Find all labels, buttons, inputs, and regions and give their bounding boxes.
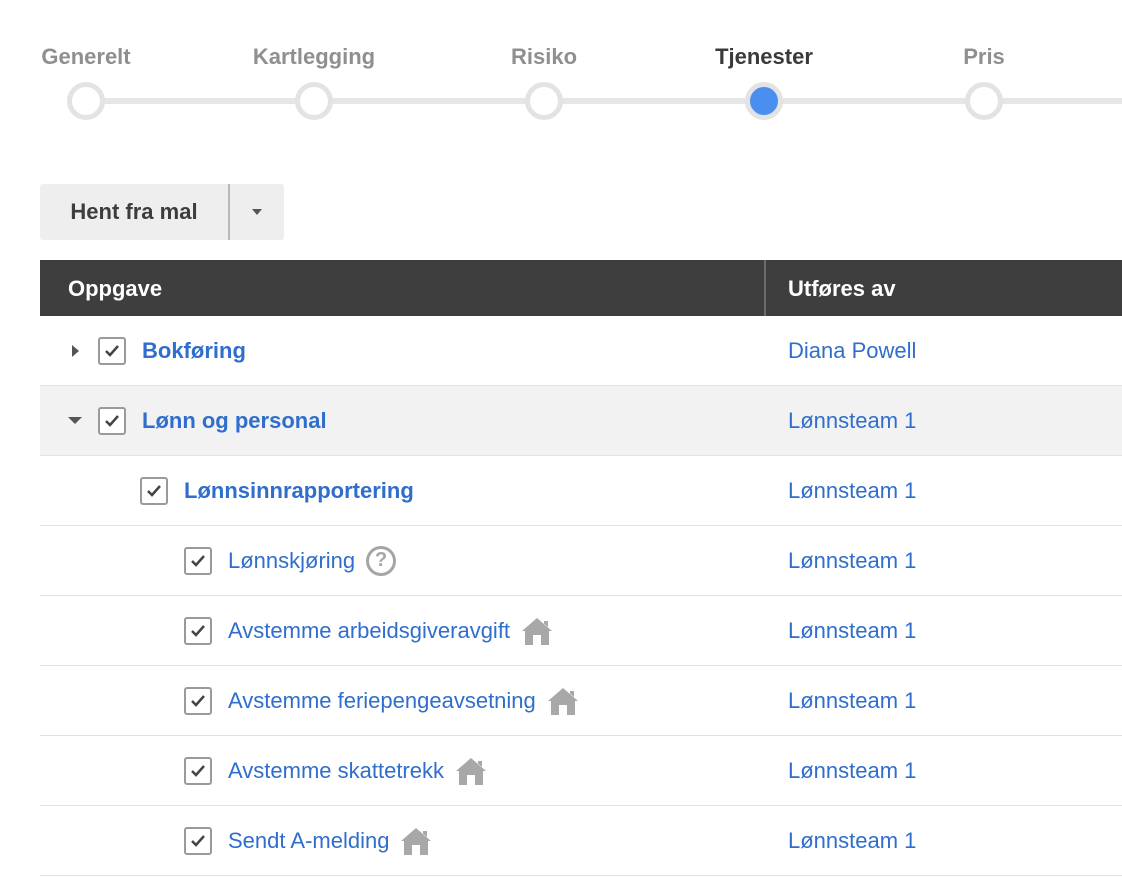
check-icon [105, 344, 119, 357]
performed-by-link[interactable]: Lønnsteam 1 [788, 806, 916, 875]
column-header-performed-by[interactable]: Utføres av [788, 260, 896, 316]
template-dropdown-toggle[interactable] [230, 184, 284, 240]
home-icon [455, 756, 487, 786]
performed-by-link[interactable]: Lønnsteam 1 [788, 736, 916, 805]
step-label: Tjenester [715, 44, 813, 69]
task-cell: Lønnsinnrapportering [140, 456, 414, 525]
performed-by-link[interactable]: Lønnsteam 1 [788, 666, 916, 735]
task-cell: Lønnskjøring ? [184, 526, 397, 595]
performed-by-link[interactable]: Lønnsteam 1 [788, 596, 916, 665]
task-checkbox[interactable] [184, 826, 212, 855]
task-name[interactable]: Lønnskjøring [228, 548, 355, 574]
task-checkbox[interactable] [184, 756, 212, 785]
tasks-table: Oppgave Utføres av Bokføring Diana Powel… [40, 260, 1122, 876]
task-cell: Sendt A-melding [184, 806, 432, 875]
column-resize-handle[interactable] [764, 260, 766, 316]
step-tjenester[interactable]: Tjenester [694, 0, 834, 130]
check-icon [191, 694, 205, 707]
task-cell: Avstemme feriepengeavsetning [184, 666, 579, 735]
table-row: Avstemme arbeidsgiveravgift Lønnsteam 1 [40, 596, 1122, 666]
home-icon [400, 826, 432, 856]
task-name[interactable]: Lønn og personal [142, 408, 327, 434]
check-icon [191, 764, 205, 777]
home-icon [521, 616, 553, 646]
step-pris[interactable]: Pris [914, 0, 1054, 130]
step-kartlegging[interactable]: Kartlegging [244, 0, 384, 130]
task-name[interactable]: Bokføring [142, 338, 246, 364]
check-icon [191, 554, 205, 567]
table-row: Lønnskjøring ? Lønnsteam 1 [40, 526, 1122, 596]
home-icon [547, 686, 579, 716]
task-checkbox[interactable] [140, 476, 168, 505]
column-header-task[interactable]: Oppgave [68, 260, 162, 316]
caret-right-icon [71, 344, 79, 357]
task-name[interactable]: Avstemme feriepengeavsetning [228, 688, 536, 714]
progress-stepper: Generelt Kartlegging Risiko Tjenester Pr… [0, 0, 1122, 140]
step-label: Kartlegging [252, 44, 376, 69]
collapse-toggle[interactable] [64, 410, 86, 432]
step-label: Pris [963, 44, 1005, 69]
task-checkbox[interactable] [98, 406, 126, 435]
step-label: Generelt [41, 44, 131, 69]
performed-by-link[interactable]: Lønnsteam 1 [788, 526, 916, 595]
step-dot [295, 82, 333, 120]
task-name[interactable]: Lønnsinnrapportering [184, 478, 414, 504]
check-icon [147, 484, 161, 497]
task-checkbox[interactable] [184, 616, 212, 645]
expand-toggle[interactable] [64, 340, 86, 362]
table-row: Avstemme feriepengeavsetning Lønnsteam 1 [40, 666, 1122, 736]
help-icon[interactable]: ? [366, 545, 397, 576]
table-row: Avstemme skattetrekk Lønnsteam 1 [40, 736, 1122, 806]
task-cell: Bokføring [64, 316, 246, 385]
caret-down-icon [68, 417, 82, 424]
task-cell: Lønn og personal [64, 386, 327, 455]
task-checkbox[interactable] [184, 686, 212, 715]
task-name[interactable]: Avstemme arbeidsgiveravgift [228, 618, 510, 644]
performed-by-link[interactable]: Lønnsteam 1 [788, 386, 916, 455]
task-cell: Avstemme arbeidsgiveravgift [184, 596, 553, 665]
check-icon [191, 834, 205, 847]
table-row: Lønn og personal Lønnsteam 1 [40, 386, 1122, 456]
check-icon [191, 624, 205, 637]
task-checkbox[interactable] [184, 546, 212, 575]
fetch-template-button[interactable]: Hent fra mal [40, 184, 228, 240]
step-dot [525, 82, 563, 120]
chevron-down-icon [252, 209, 262, 215]
performed-by-link[interactable]: Lønnsteam 1 [788, 456, 916, 525]
task-checkbox[interactable] [98, 336, 126, 365]
task-cell: Avstemme skattetrekk [184, 736, 487, 805]
step-dot-active [745, 82, 783, 120]
step-dot [965, 82, 1003, 120]
step-risiko[interactable]: Risiko [474, 0, 614, 130]
step-label: Risiko [510, 44, 578, 69]
template-split-button: Hent fra mal [40, 184, 284, 240]
table-header: Oppgave Utføres av [40, 260, 1122, 316]
check-icon [105, 414, 119, 427]
table-row: Lønnsinnrapportering Lønnsteam 1 [40, 456, 1122, 526]
task-name[interactable]: Sendt A-melding [228, 828, 389, 854]
table-row: Bokføring Diana Powell [40, 316, 1122, 386]
table-row: Sendt A-melding Lønnsteam 1 [40, 806, 1122, 876]
step-dot [67, 82, 105, 120]
task-name[interactable]: Avstemme skattetrekk [228, 758, 444, 784]
step-generelt[interactable]: Generelt [16, 0, 156, 130]
performed-by-link[interactable]: Diana Powell [788, 316, 916, 385]
